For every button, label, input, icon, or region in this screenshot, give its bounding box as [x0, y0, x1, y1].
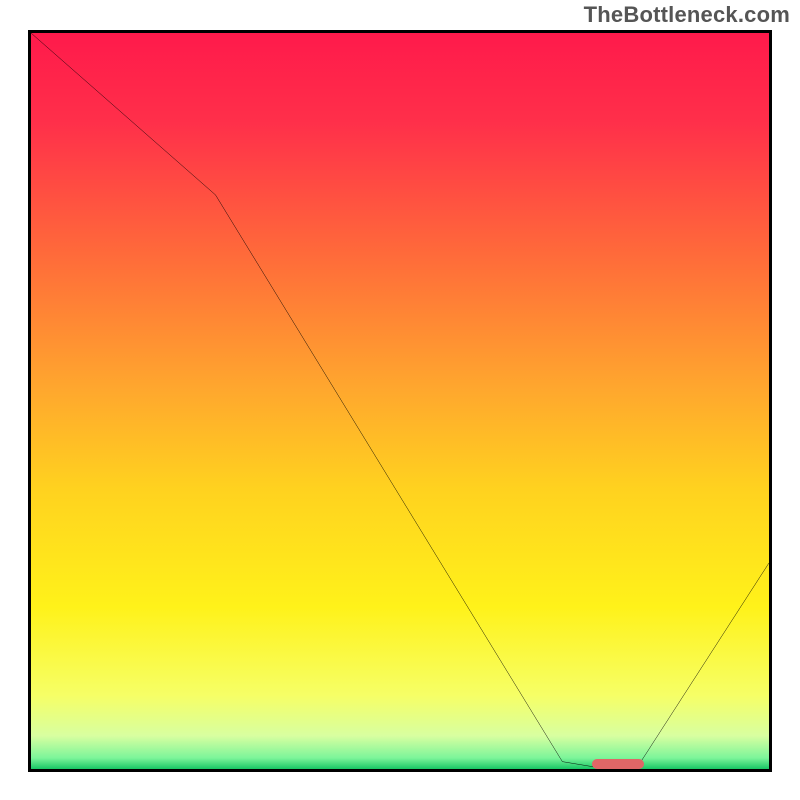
- optimal-marker: [592, 759, 644, 769]
- chart-container: { "watermark": "TheBottleneck.com", "cha…: [0, 0, 800, 800]
- bottleneck-curve: [31, 33, 769, 769]
- plot-frame: [28, 30, 772, 772]
- curve-svg: [31, 33, 769, 769]
- watermark-text: TheBottleneck.com: [584, 2, 790, 28]
